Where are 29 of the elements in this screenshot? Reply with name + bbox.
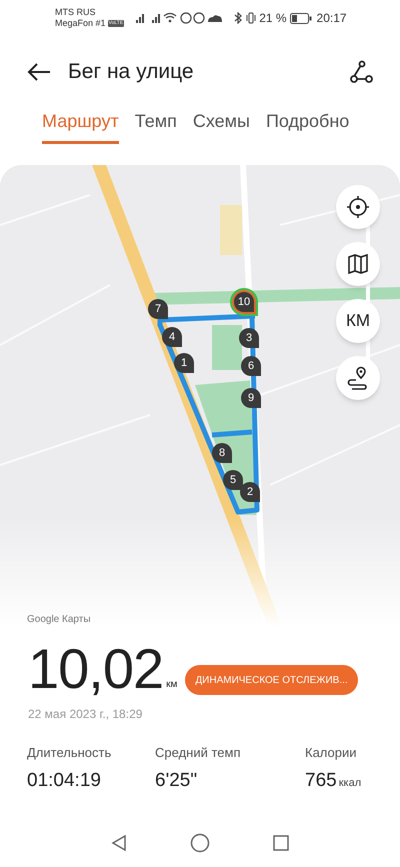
map-attribution: Google Карты [27, 613, 91, 627]
stat-value: 01:04:19 [27, 768, 101, 792]
stat-label: Средний темп [155, 744, 242, 762]
map-icon [347, 253, 369, 275]
stat-label: Длительность [27, 744, 112, 762]
page-title: Бег на улице [68, 59, 195, 86]
tab[interactable]: Схемы [192, 108, 250, 144]
clock: 20:17 [316, 10, 347, 27]
carrier-name: MegaFon #1 [55, 18, 106, 29]
workout-date: 22 мая 2023 г., 18:29 [27, 706, 144, 723]
distance-value: 10,02 [28, 641, 164, 697]
battery-percent: 21 % [259, 10, 287, 27]
battery-icon [290, 12, 312, 24]
tab[interactable]: Подробно [266, 108, 350, 144]
home-nav-button[interactable] [190, 833, 210, 853]
stat-value: 765 [305, 768, 337, 792]
vibrate-icon [246, 12, 256, 24]
stat-label: Калории [305, 744, 358, 762]
bluetooth-icon [234, 12, 242, 24]
stat-unit: ккал [338, 776, 362, 790]
back-nav-button[interactable] [110, 834, 128, 852]
distance-unit: км [166, 678, 178, 692]
route-share-button[interactable] [348, 59, 374, 85]
carrier-name: MTS RUS [55, 7, 96, 18]
route-marker: 10 [234, 292, 254, 312]
stat-value: 6'25" [155, 768, 198, 792]
tab[interactable]: Темп [134, 108, 177, 144]
recents-nav-button[interactable] [272, 834, 290, 852]
locate-icon [347, 196, 369, 218]
